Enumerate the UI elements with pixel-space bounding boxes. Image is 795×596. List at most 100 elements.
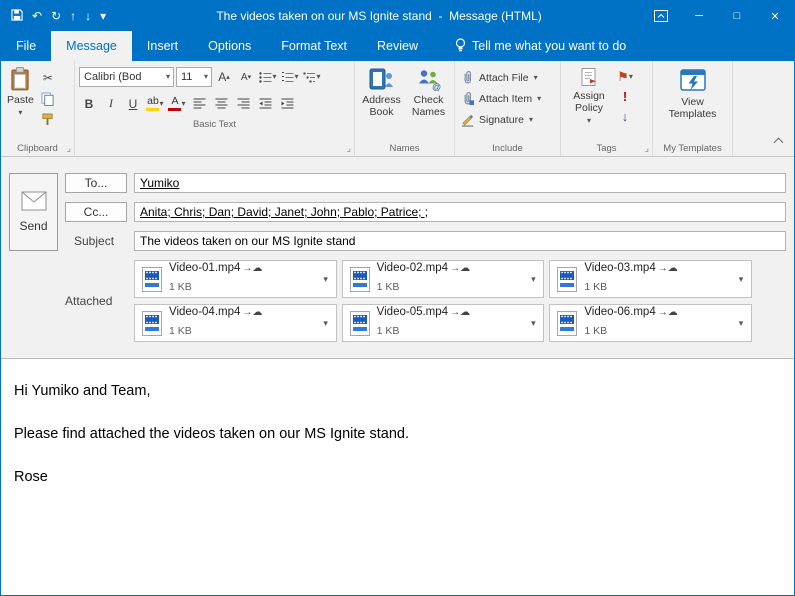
shrink-font-arrow-icon: ▾ bbox=[247, 74, 252, 81]
next-item-icon[interactable]: ↓ bbox=[85, 10, 91, 22]
bullets-button[interactable]: ▾ bbox=[258, 68, 278, 87]
text-highlight-button[interactable]: ab ▾ bbox=[145, 94, 165, 113]
grow-font-button[interactable]: A ▴ bbox=[214, 68, 234, 87]
assign-policy-button[interactable]: Assign Policy ▾ bbox=[563, 63, 615, 141]
customize-qat-caret-icon[interactable]: ▾ bbox=[100, 10, 106, 22]
attachment-tile[interactable]: Video-06.mp4 →☁ 1 KB ▾ bbox=[549, 304, 752, 342]
multilevel-list-button[interactable]: ▾ bbox=[302, 68, 322, 87]
message-body[interactable]: Hi Yumiko and Team, Please find attached… bbox=[1, 358, 794, 595]
save-icon[interactable] bbox=[11, 9, 23, 23]
maximize-button[interactable]: □ bbox=[718, 1, 756, 31]
to-button[interactable]: To... bbox=[65, 173, 127, 193]
tab-review[interactable]: Review bbox=[362, 31, 433, 61]
copy-button[interactable] bbox=[38, 89, 58, 108]
undo-icon[interactable]: ↶ bbox=[32, 10, 42, 22]
align-center-button[interactable] bbox=[211, 94, 231, 113]
upload-to-cloud-icon: →☁ bbox=[242, 307, 263, 319]
attach-item-button[interactable]: Attach Item ▾ bbox=[457, 89, 558, 108]
upload-to-cloud-icon: →☁ bbox=[450, 263, 471, 275]
attachment-menu-caret-icon[interactable]: ▾ bbox=[525, 261, 541, 297]
font-color-button[interactable]: A ▾ bbox=[167, 94, 187, 113]
align-left-button[interactable] bbox=[189, 94, 209, 113]
subject-label: Subject bbox=[74, 234, 115, 248]
attachment-menu-caret-icon[interactable]: ▾ bbox=[318, 261, 334, 297]
shrink-font-button[interactable]: A ▾ bbox=[236, 68, 256, 87]
increase-indent-button[interactable] bbox=[277, 94, 297, 113]
basic-text-dialog-launcher-icon[interactable]: ⌟ bbox=[347, 143, 351, 154]
attachment-menu-caret-icon[interactable]: ▾ bbox=[318, 305, 334, 341]
attach-file-button[interactable]: Attach File ▾ bbox=[457, 68, 558, 87]
decrease-indent-button[interactable] bbox=[255, 94, 275, 113]
my-templates-group-label: My Templates bbox=[663, 143, 722, 154]
lightbulb-icon bbox=[455, 37, 466, 55]
to-field[interactable]: Yumiko bbox=[134, 173, 786, 193]
attachment-tile[interactable]: Video-03.mp4 →☁ 1 KB ▾ bbox=[549, 260, 752, 298]
follow-up-button[interactable]: ⚑ ▾ bbox=[615, 67, 635, 86]
attachment-name: Video-02.mp4 bbox=[376, 262, 449, 275]
address-book-button[interactable]: Address Book bbox=[358, 63, 406, 141]
clipboard-group-label: Clipboard bbox=[17, 143, 58, 154]
attachment-menu-caret-icon[interactable]: ▾ bbox=[525, 305, 541, 341]
title-bar: ↶ ↻ ↑ ↓ ▾ The videos taken on our MS Ign… bbox=[1, 1, 794, 31]
italic-button[interactable]: I bbox=[101, 94, 121, 113]
ribbon-display-options-icon[interactable] bbox=[642, 1, 680, 31]
paste-caret-icon: ▾ bbox=[18, 108, 23, 118]
tab-file[interactable]: File bbox=[1, 31, 51, 61]
paperclip-item-icon bbox=[464, 91, 474, 105]
my-templates-group: View Templates My Templates bbox=[653, 61, 733, 156]
tab-format-text[interactable]: Format Text bbox=[266, 31, 362, 61]
attachments-grid: Video-01.mp4 →☁ 1 KB ▾ Video-02.mp4 →☁ 1 KB … bbox=[134, 260, 752, 342]
paste-button[interactable]: Paste ▾ bbox=[3, 63, 38, 141]
view-templates-button[interactable]: View Templates bbox=[661, 63, 725, 141]
cc-row: Cc... Anita; Chris; Dan; David; Janet; J… bbox=[65, 202, 786, 222]
send-button[interactable]: Send bbox=[9, 173, 58, 251]
copy-icon bbox=[41, 92, 54, 106]
font-name-combo[interactable]: Calibri (Bod ▾ bbox=[79, 67, 174, 87]
minimize-button[interactable]: ─ bbox=[680, 1, 718, 31]
redo-icon[interactable]: ↻ bbox=[51, 10, 61, 22]
subject-field[interactable]: The videos taken on our MS Ignite stand bbox=[134, 231, 786, 251]
cut-button[interactable]: ✂ bbox=[38, 68, 58, 87]
ribbon-tab-bar: File Message Insert Options Format Text … bbox=[1, 31, 794, 61]
numbering-button[interactable]: ▾ bbox=[280, 68, 300, 87]
attachment-tile[interactable]: Video-04.mp4 →☁ 1 KB ▾ bbox=[134, 304, 337, 342]
upload-to-cloud-icon: →☁ bbox=[242, 263, 263, 275]
tab-insert[interactable]: Insert bbox=[132, 31, 193, 61]
high-importance-button[interactable]: ! bbox=[615, 87, 635, 106]
check-names-button[interactable]: @ Check Names bbox=[406, 63, 452, 141]
upload-to-cloud-icon: →☁ bbox=[657, 307, 678, 319]
previous-item-icon[interactable]: ↑ bbox=[70, 10, 76, 22]
underline-button[interactable]: U bbox=[123, 94, 143, 113]
basic-text-group-label: Basic Text bbox=[192, 119, 237, 130]
attachment-name: Video-05.mp4 bbox=[376, 306, 449, 319]
attachment-tile[interactable]: Video-01.mp4 →☁ 1 KB ▾ bbox=[134, 260, 337, 298]
font-name-caret-icon: ▾ bbox=[165, 72, 170, 81]
quick-access-toolbar: ↶ ↻ ↑ ↓ ▾ bbox=[1, 9, 116, 23]
align-right-button[interactable] bbox=[233, 94, 253, 113]
close-button[interactable]: ✕ bbox=[756, 1, 794, 31]
low-importance-button[interactable]: ↓ bbox=[615, 107, 635, 126]
tab-message[interactable]: Message bbox=[51, 31, 132, 61]
collapse-ribbon-button[interactable] bbox=[773, 133, 784, 151]
signature-button[interactable]: Signature ▾ bbox=[457, 110, 558, 129]
cc-button[interactable]: Cc... bbox=[65, 202, 127, 222]
attachment-tile[interactable]: Video-02.mp4 →☁ 1 KB ▾ bbox=[341, 260, 545, 298]
bold-button[interactable]: B bbox=[79, 94, 99, 113]
tell-me-box[interactable]: Tell me what you want to do bbox=[447, 31, 634, 61]
body-greeting: Hi Yumiko and Team, bbox=[14, 383, 151, 399]
send-envelope-icon bbox=[21, 191, 46, 211]
names-group: Address Book @ Check Names Names bbox=[355, 61, 455, 156]
assign-policy-caret-icon: ▾ bbox=[586, 116, 591, 126]
tags-dialog-launcher-icon[interactable]: ⌟ bbox=[645, 143, 649, 154]
attachment-size: 1 KB bbox=[376, 281, 400, 294]
cc-field[interactable]: Anita; Chris; Dan; David; Janet; John; P… bbox=[134, 202, 786, 222]
tab-options[interactable]: Options bbox=[193, 31, 266, 61]
font-size-combo[interactable]: 11 ▾ bbox=[176, 67, 212, 87]
attachment-menu-caret-icon[interactable]: ▾ bbox=[733, 261, 749, 297]
clipboard-dialog-launcher-icon[interactable]: ⌟ bbox=[67, 143, 71, 154]
attachment-menu-caret-icon[interactable]: ▾ bbox=[733, 305, 749, 341]
format-painter-button[interactable] bbox=[38, 110, 58, 129]
attachment-size: 1 KB bbox=[376, 325, 400, 338]
video-file-icon bbox=[349, 266, 370, 292]
attachment-tile[interactable]: Video-05.mp4 →☁ 1 KB ▾ bbox=[341, 304, 545, 342]
